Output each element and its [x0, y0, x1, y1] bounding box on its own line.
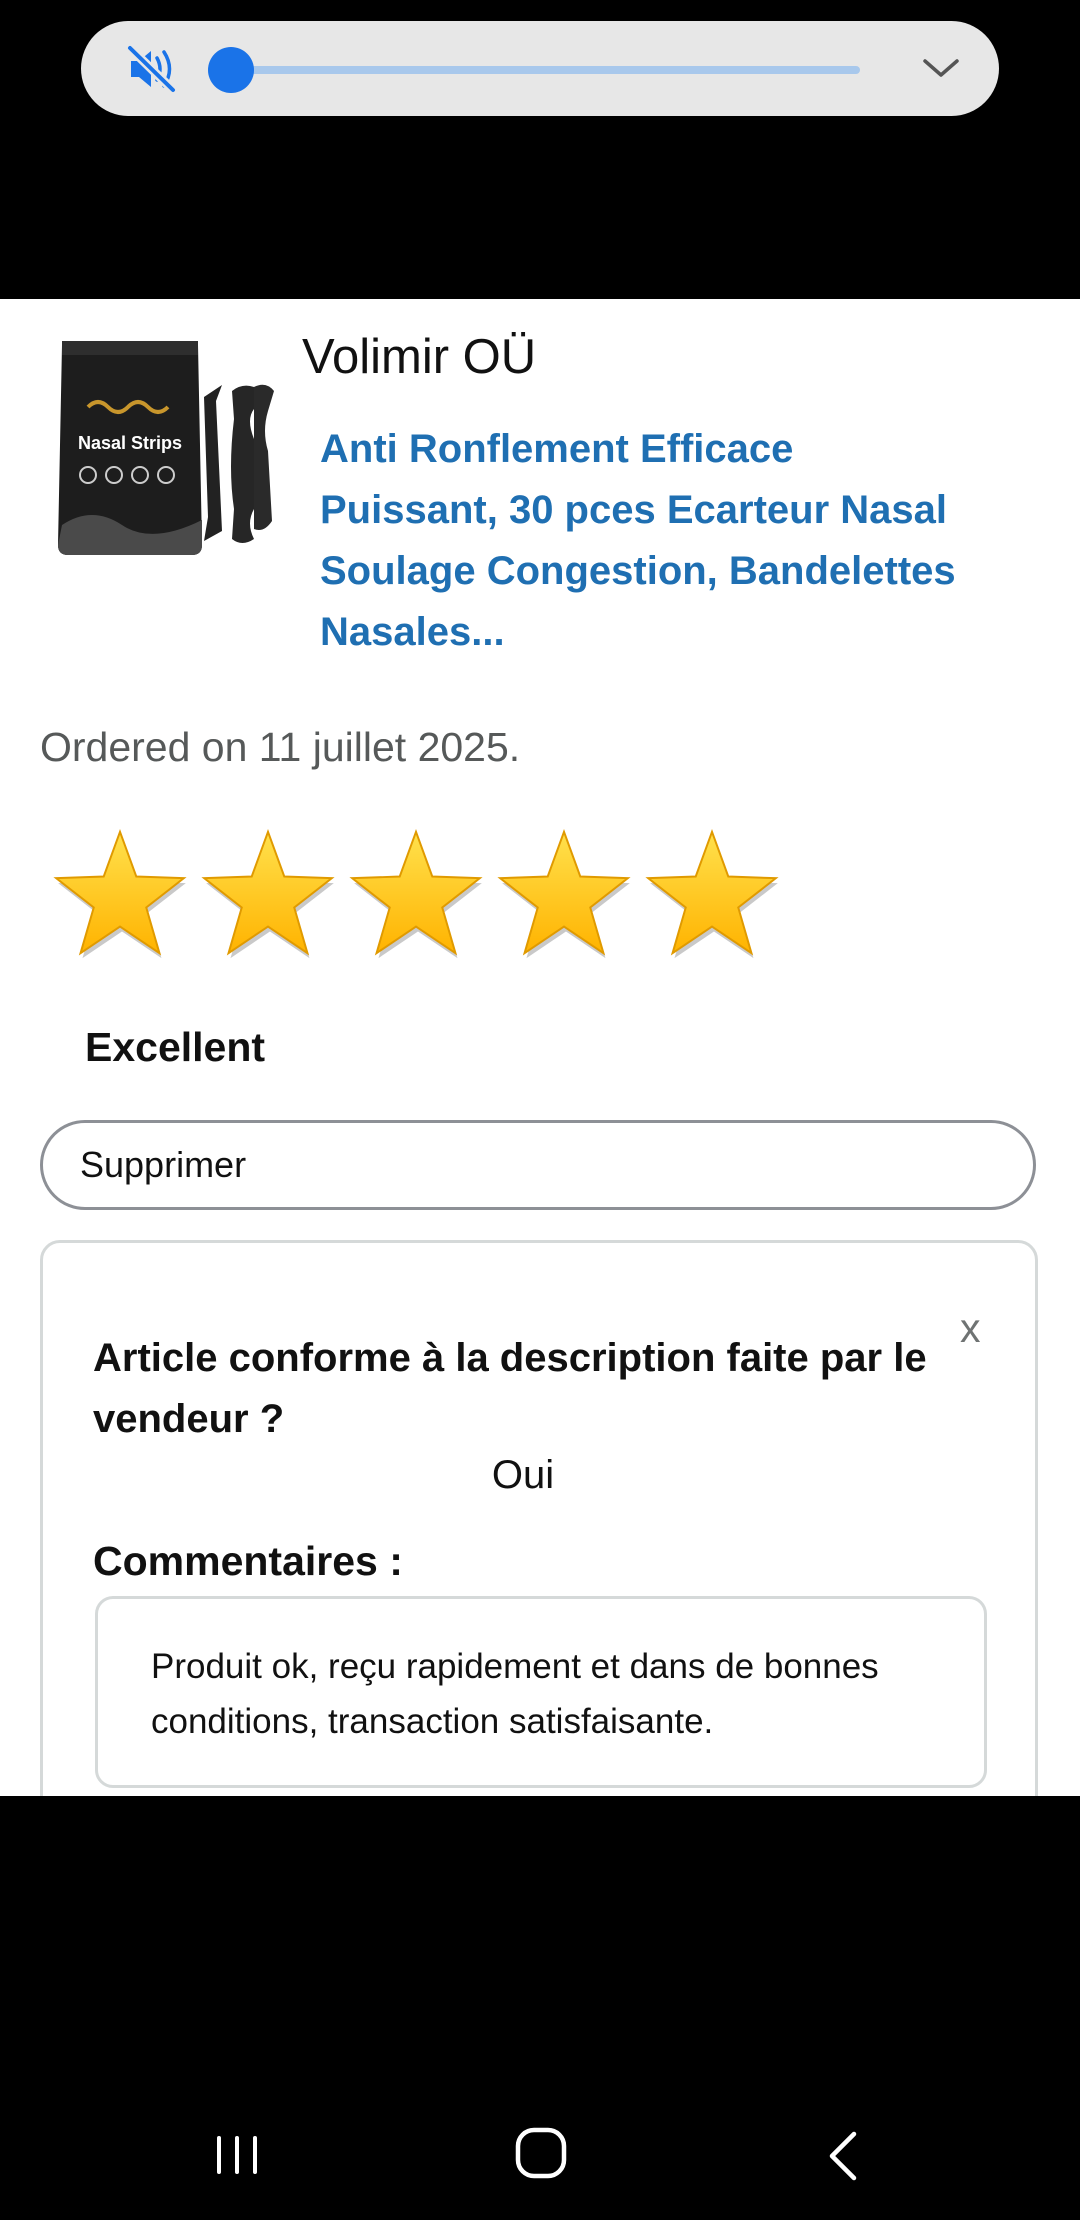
volume-mute-icon[interactable]	[127, 45, 177, 93]
seller-name: Volimir OÜ	[302, 330, 537, 384]
star-icon[interactable]	[638, 823, 786, 963]
chevron-down-icon[interactable]	[921, 51, 961, 85]
star-icon[interactable]	[342, 823, 490, 963]
star-icon[interactable]	[194, 823, 342, 963]
navigation-bar	[0, 2080, 1080, 2220]
comments-label: Commentaires :	[93, 1538, 403, 1584]
volume-slider-track[interactable]	[231, 66, 860, 74]
review-page: Nasal Strips Volimir OÜ Anti Ronflement …	[0, 299, 1080, 1796]
product-title-link[interactable]: Anti Ronflement Efficace Puissant, 30 pc…	[320, 419, 980, 663]
seller-feedback-panel: x Article conforme à la description fait…	[40, 1240, 1038, 1796]
product-image[interactable]: Nasal Strips	[54, 335, 276, 565]
delete-button[interactable]: Supprimer	[40, 1120, 1036, 1210]
feedback-question: Article conforme à la description faite …	[93, 1336, 927, 1441]
star-icon[interactable]	[490, 823, 638, 963]
order-date: Ordered on 11 juillet 2025.	[40, 724, 521, 770]
volume-panel	[81, 21, 999, 116]
feedback-answer: Oui	[491, 1453, 555, 1497]
volume-slider-thumb[interactable]	[208, 47, 254, 93]
recent-apps-icon[interactable]	[212, 2130, 262, 2180]
product-image-label: Nasal Strips	[78, 433, 182, 453]
home-icon[interactable]	[514, 2126, 568, 2180]
back-icon[interactable]	[822, 2128, 866, 2184]
star-icon[interactable]	[46, 823, 194, 963]
rating-label: Excellent	[85, 1024, 266, 1070]
comment-text: Produit ok, reçu rapidement et dans de b…	[95, 1596, 987, 1788]
star-rating[interactable]	[46, 823, 786, 963]
